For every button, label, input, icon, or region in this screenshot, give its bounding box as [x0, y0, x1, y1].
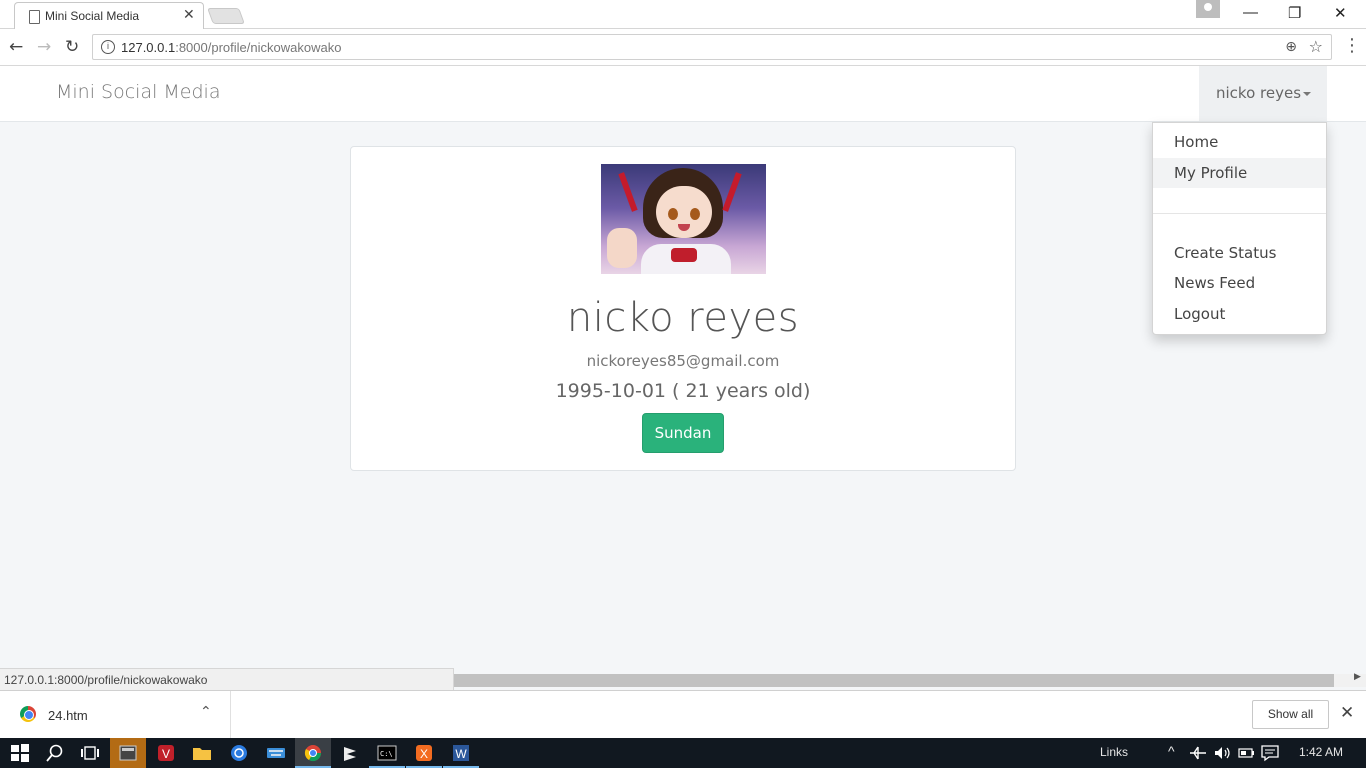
- chrome-icon: [304, 745, 322, 762]
- app-navbar: Mini Social Media nicko reyes: [0, 66, 1366, 122]
- caret-down-icon: [1303, 92, 1311, 96]
- url-host: 127.0.0.1: [121, 40, 176, 55]
- svg-text:X: X: [420, 747, 428, 761]
- browser-tabstrip: Mini Social Media ✕ — ❐ ✕: [0, 0, 1366, 30]
- chevron-up-icon[interactable]: ⌃: [200, 704, 212, 720]
- scroll-right-arrow-icon[interactable]: ▶: [1354, 672, 1361, 682]
- browser-toolbar: ← → ↻ i 127.0.0.1:8000/profile/nickowako…: [0, 29, 1366, 66]
- minimize-icon[interactable]: —: [1243, 4, 1258, 21]
- horizontal-scrollbar-track[interactable]: [1334, 674, 1366, 687]
- xampp-icon[interactable]: X: [414, 743, 434, 763]
- address-bar[interactable]: i 127.0.0.1:8000/profile/nickowakowako ⊕…: [92, 34, 1332, 60]
- windows-taskbar: V C:\ X W Links ^ 1:42 AM: [0, 738, 1366, 768]
- svg-text:C:\: C:\: [380, 750, 393, 758]
- tab-title: Mini Social Media: [45, 9, 140, 23]
- downloads-close-icon[interactable]: ✕: [1340, 703, 1354, 723]
- profile-birthdate: 1995-10-01 ( 21 years old): [555, 380, 811, 402]
- brand-link[interactable]: Mini Social Media: [56, 81, 220, 103]
- task-view-icon[interactable]: [80, 743, 100, 763]
- horizontal-scrollbar-thumb[interactable]: [454, 674, 1334, 687]
- browser-tab[interactable]: Mini Social Media ✕: [14, 2, 204, 30]
- profile-card: nicko reyes nickoreyes85@gmail.com 1995-…: [350, 146, 1016, 471]
- browser-menu-icon[interactable]: ⋮: [1343, 35, 1361, 56]
- user-name: nicko reyes: [1216, 84, 1302, 102]
- clock[interactable]: 1:42 AM: [1299, 745, 1343, 759]
- notifications-icon[interactable]: [1260, 743, 1280, 763]
- menu-item-my-profile[interactable]: My Profile: [1153, 158, 1326, 188]
- user-dropdown-menu: Home My Profile Create Status News Feed …: [1152, 122, 1327, 335]
- profile-email: nickoreyes85@gmail.com: [586, 352, 780, 370]
- globe-app-icon[interactable]: [229, 743, 249, 763]
- tab-close-icon[interactable]: ✕: [183, 7, 195, 23]
- info-icon[interactable]: i: [101, 40, 115, 54]
- volume-icon[interactable]: [1212, 743, 1232, 763]
- links-toolbar-label[interactable]: Links: [1100, 745, 1128, 759]
- user-menu-toggle[interactable]: nicko reyes: [1199, 66, 1327, 121]
- menu-item-create-status[interactable]: Create Status: [1153, 238, 1326, 268]
- chrome-file-icon: [20, 706, 36, 722]
- word-icon[interactable]: W: [451, 743, 471, 763]
- show-all-button[interactable]: Show all: [1252, 700, 1329, 729]
- battery-icon[interactable]: [1236, 743, 1256, 763]
- status-bar-url: 127.0.0.1:8000/profile/nickowakowako: [0, 668, 454, 690]
- restore-icon[interactable]: ❐: [1288, 4, 1301, 22]
- sublime-icon[interactable]: [340, 743, 360, 763]
- bookmark-star-icon[interactable]: ☆: [1309, 37, 1323, 56]
- menu-item-home[interactable]: Home: [1153, 127, 1326, 157]
- tray-expand-icon[interactable]: ^: [1168, 743, 1175, 759]
- profile-avatar-image: [601, 164, 766, 274]
- keyboard-icon[interactable]: [266, 743, 286, 763]
- reload-icon[interactable]: ↻: [65, 37, 79, 57]
- back-icon[interactable]: ←: [9, 37, 23, 57]
- terminal-icon[interactable]: C:\: [377, 743, 397, 763]
- menu-divider: [1153, 213, 1326, 214]
- menu-item-logout[interactable]: Logout: [1153, 299, 1326, 329]
- downloads-shelf: 24.htm ⌃ Show all ✕: [0, 690, 1366, 739]
- download-item[interactable]: 24.htm ⌃: [0, 691, 231, 739]
- airplane-icon[interactable]: [1188, 743, 1208, 763]
- forward-icon[interactable]: →: [37, 37, 51, 57]
- svg-text:V: V: [162, 747, 170, 761]
- svg-text:W: W: [455, 747, 467, 761]
- search-icon[interactable]: [45, 743, 65, 763]
- follow-button[interactable]: Sundan: [642, 413, 724, 453]
- profile-name: nicko reyes: [566, 295, 800, 341]
- url-path: :8000/profile/nickowakowako: [175, 40, 342, 55]
- page-icon: [29, 10, 40, 24]
- url-text[interactable]: 127.0.0.1:8000/profile/nickowakowako: [121, 40, 341, 55]
- zoom-icon[interactable]: ⊕: [1285, 39, 1297, 55]
- download-file-name: 24.htm: [48, 708, 88, 723]
- new-tab-button[interactable]: [207, 8, 245, 24]
- folder-icon[interactable]: [192, 743, 212, 763]
- app-icon: [119, 745, 137, 761]
- profile-avatar-icon[interactable]: [1196, 0, 1220, 18]
- windows-start-icon[interactable]: [10, 743, 30, 763]
- menu-item-news-feed[interactable]: News Feed: [1153, 268, 1326, 298]
- shield-app-icon[interactable]: V: [156, 743, 176, 763]
- window-close-icon[interactable]: ✕: [1334, 4, 1347, 22]
